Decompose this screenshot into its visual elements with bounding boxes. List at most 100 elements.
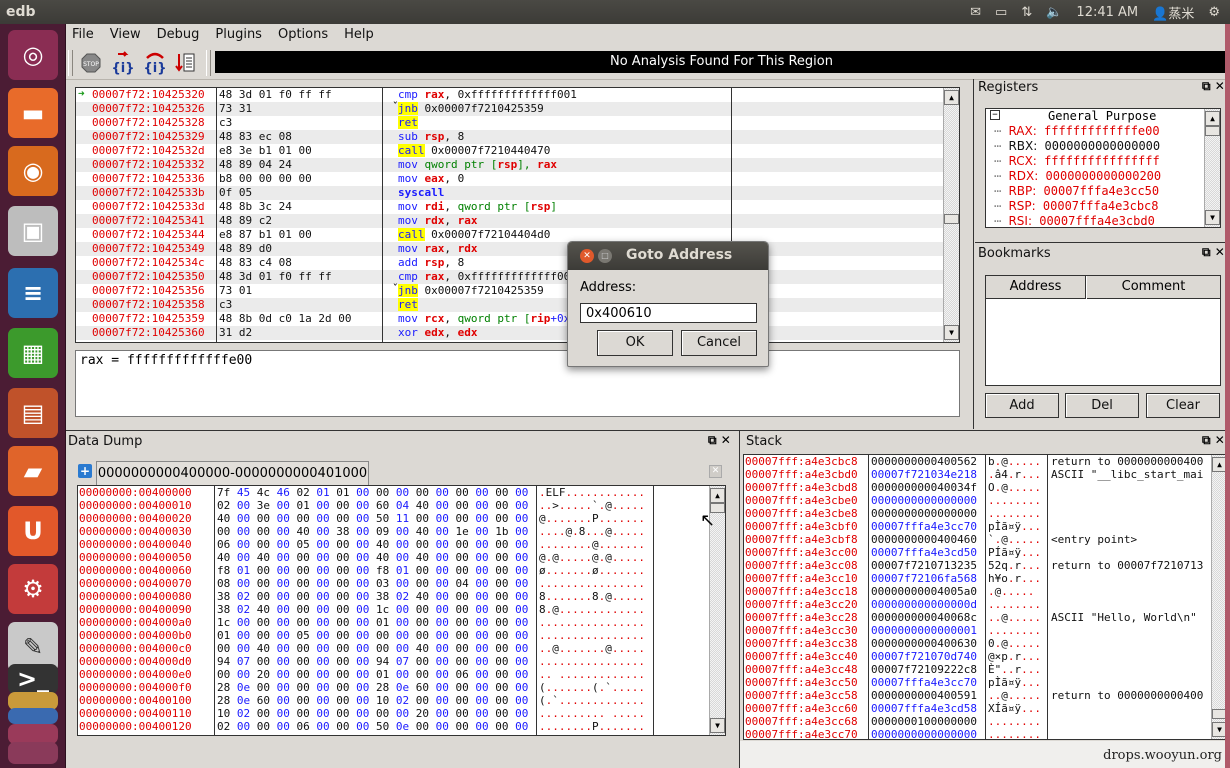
add-tab-icon[interactable]: +: [78, 464, 92, 478]
bookmark-add-button[interactable]: Add: [985, 393, 1059, 418]
scroll-thumb[interactable]: [944, 214, 959, 224]
menu-view[interactable]: View: [110, 27, 141, 42]
float-icon[interactable]: ⧉: [708, 433, 717, 447]
disasm-row[interactable]: 00007f72:10425344 e8 87 b1 01 00 call 0x00…: [76, 228, 959, 242]
dump-row[interactable]: 00000000:00400040 06 00 00 00 05 00 00 00…: [78, 538, 725, 551]
dump-row[interactable]: 00000000:00400070 08 00 00 00 00 00 00 00…: [78, 577, 725, 590]
scroll-thumb[interactable]: [1205, 126, 1220, 136]
maximize-icon[interactable]: □: [598, 249, 612, 263]
close-icon[interactable]: ✕: [1215, 433, 1225, 447]
close-icon[interactable]: ✕: [1215, 245, 1225, 259]
menu-help[interactable]: Help: [344, 27, 374, 42]
disasm-row[interactable]: 00007f72:10425350 48 3d 01 f0 ff ff cmp ra…: [76, 270, 959, 284]
bookmarks-table[interactable]: Address Comment: [985, 275, 1221, 386]
power-icon[interactable]: ⚙: [1208, 5, 1220, 20]
scroll-up-button[interactable]: ▲: [1205, 111, 1220, 126]
menu-plugins[interactable]: Plugins: [215, 27, 262, 42]
dump-row[interactable]: 00000000:00400080 38 02 00 00 00 00 00 00…: [78, 590, 725, 603]
disasm-row[interactable]: 00007f72:10425326 73 31 ˇ jnb 0x00007f72104…: [76, 100, 959, 116]
disasm-row[interactable]: ➜ 00007f72:10425320 48 3d 01 f0 ff ff cmp r…: [76, 87, 959, 102]
settings-icon[interactable]: ⚙: [8, 564, 58, 614]
ubuntu-one-icon[interactable]: U: [8, 506, 58, 556]
register-row[interactable]: ⋯ RAX: fffffffffffffe00: [994, 124, 1160, 138]
disasm-row[interactable]: 00007f72:10425336 b8 00 00 00 00 mov eax, …: [76, 172, 959, 186]
disasm-row[interactable]: 00007f72:10425332 48 89 04 24 mov qword pt…: [76, 158, 959, 172]
disasm-row[interactable]: 00007f72:1042532d e8 3e b1 01 00 call 0x00…: [76, 144, 959, 158]
registers-tree[interactable]: − General Purpose ⋯ RAX: fffffffffffffe0…: [985, 108, 1221, 228]
workspace-icon[interactable]: [8, 708, 58, 724]
camera-icon[interactable]: ▣: [8, 206, 58, 256]
register-row[interactable]: ⋯ RDX: 0000000000000200: [994, 169, 1161, 183]
float-icon[interactable]: ⧉: [1202, 79, 1211, 93]
float-icon[interactable]: ⧉: [1202, 245, 1211, 259]
column-header-address[interactable]: Address: [986, 276, 1086, 299]
dump-row[interactable]: 00000000:00400090 38 02 40 00 00 00 00 00…: [78, 603, 725, 616]
close-icon[interactable]: ✕: [721, 433, 731, 447]
dump-row[interactable]: 00000000:004000f0 28 0e 00 00 00 00 00 00…: [78, 681, 725, 694]
dump-row[interactable]: 00000000:00400020 40 00 00 00 00 00 00 00…: [78, 512, 725, 525]
writer-icon[interactable]: ≡: [8, 268, 58, 318]
calc-icon[interactable]: ▦: [8, 328, 58, 378]
dump-row[interactable]: 00000000:00400100 28 0e 60 00 00 00 00 00…: [78, 694, 725, 707]
dump-tab[interactable]: 0000000000400000-0000000000401000: [96, 461, 369, 485]
disasm-row[interactable]: 00007f72:1042534c 48 83 c4 08 add rsp, 8: [76, 256, 959, 270]
menu-options[interactable]: Options: [278, 27, 328, 42]
disasm-row[interactable]: 00007f72:10425329 48 83 ec 08 sub rsp, 8: [76, 130, 959, 144]
terminal-icon[interactable]: >_: [8, 664, 58, 694]
firefox-icon[interactable]: ◉: [8, 146, 58, 196]
dump-row[interactable]: 00000000:004000c0 00 00 40 00 00 00 00 00…: [78, 642, 725, 655]
stack-view[interactable]: 00007fff:a4e3cbc8 0000000000400562 b.@....…: [743, 454, 1228, 740]
step-out-icon[interactable]: [172, 50, 198, 76]
software-center-icon[interactable]: ▰: [8, 446, 58, 496]
dump-row[interactable]: 00000000:00400010 02 00 3e 00 01 00 00 00…: [78, 499, 725, 512]
mail-icon[interactable]: ✉: [970, 5, 981, 20]
dump-row[interactable]: 00000000:004000b0 01 00 00 00 05 00 00 00…: [78, 629, 725, 642]
data-dump-view[interactable]: 00000000:00400000 7f 45 4c 46 02 01 01 00…: [77, 485, 726, 736]
register-row[interactable]: ⋯ RCX: ffffffffffffffff: [994, 154, 1160, 168]
network-icon[interactable]: ⇅: [1021, 5, 1032, 20]
cancel-button[interactable]: Cancel: [681, 330, 757, 356]
ubuntu-logo-icon[interactable]: ◎: [8, 30, 58, 80]
float-icon[interactable]: ⧉: [1202, 433, 1211, 447]
bookmark-del-button[interactable]: Del: [1065, 393, 1139, 418]
disasm-row[interactable]: 00007f72:10425359 48 8b 0d c0 1a 2d 00 mov…: [76, 312, 959, 326]
close-icon[interactable]: ✕: [1215, 79, 1225, 93]
scroll-down-button[interactable]: ▼: [944, 325, 959, 340]
stop-icon[interactable]: STOP: [78, 50, 104, 76]
impress-icon[interactable]: ▤: [8, 388, 58, 438]
dump-row[interactable]: 00000000:004000d0 94 07 00 00 00 00 00 00…: [78, 655, 725, 668]
dump-row[interactable]: 00000000:00400030 00 00 00 00 40 00 38 00…: [78, 525, 725, 538]
user-menu[interactable]: 👤蒸米: [1152, 3, 1194, 22]
disasm-row[interactable]: 00007f72:1042533d 48 8b 3c 24 mov rdi, qwo…: [76, 200, 959, 214]
disasm-row[interactable]: 00007f72:1042533b 0f 05 syscall: [76, 186, 959, 200]
collapse-icon[interactable]: −: [990, 110, 1000, 120]
register-row[interactable]: ⋯ RBX: 0000000000000000: [994, 139, 1160, 153]
step-into-icon[interactable]: {i}: [110, 50, 136, 76]
step-over-icon[interactable]: {i}: [142, 50, 168, 76]
dump-row[interactable]: 00000000:00400050 40 00 40 00 00 00 00 00…: [78, 551, 725, 564]
menu-debug[interactable]: Debug: [157, 27, 200, 42]
battery-icon[interactable]: ▭: [995, 5, 1007, 20]
register-row[interactable]: ⋯ RSI: 00007fffa4e3cbd0: [994, 214, 1155, 228]
scroll-up-button[interactable]: ▲: [710, 488, 725, 503]
registers-scrollbar[interactable]: ▲ ▼: [1204, 109, 1220, 227]
bookmark-clear-button[interactable]: Clear: [1146, 393, 1220, 418]
dump-row[interactable]: 00000000:00400060 f8 01 00 00 00 00 00 00…: [78, 564, 725, 577]
disasm-row[interactable]: 00007f72:10425358 c3 ret: [76, 298, 959, 312]
dump-row[interactable]: 00000000:00400000 7f 45 4c 46 02 01 01 00…: [78, 486, 725, 499]
register-row[interactable]: ⋯ RBP: 00007fffa4e3cc50: [994, 184, 1159, 198]
disasm-row[interactable]: 00007f72:10425349 48 89 d0 mov rax, rdx: [76, 242, 959, 256]
files-icon[interactable]: ▬: [8, 88, 58, 138]
address-input[interactable]: [580, 303, 757, 323]
dump-row[interactable]: 00000000:004000a0 1c 00 00 00 00 00 00 00…: [78, 616, 725, 629]
ok-button[interactable]: OK: [597, 330, 673, 356]
clock[interactable]: 12:41 AM: [1076, 5, 1138, 20]
column-header-comment[interactable]: Comment: [1087, 276, 1220, 299]
scroll-down-button[interactable]: ▼: [710, 718, 725, 733]
volume-icon[interactable]: 🔈: [1046, 5, 1062, 20]
toolbar-grip-2[interactable]: [206, 50, 211, 76]
menu-file[interactable]: File: [72, 27, 94, 42]
close-tab-icon[interactable]: ✕: [709, 465, 722, 478]
scroll-down-button[interactable]: ▼: [1205, 210, 1220, 225]
close-icon[interactable]: ✕: [580, 249, 594, 263]
